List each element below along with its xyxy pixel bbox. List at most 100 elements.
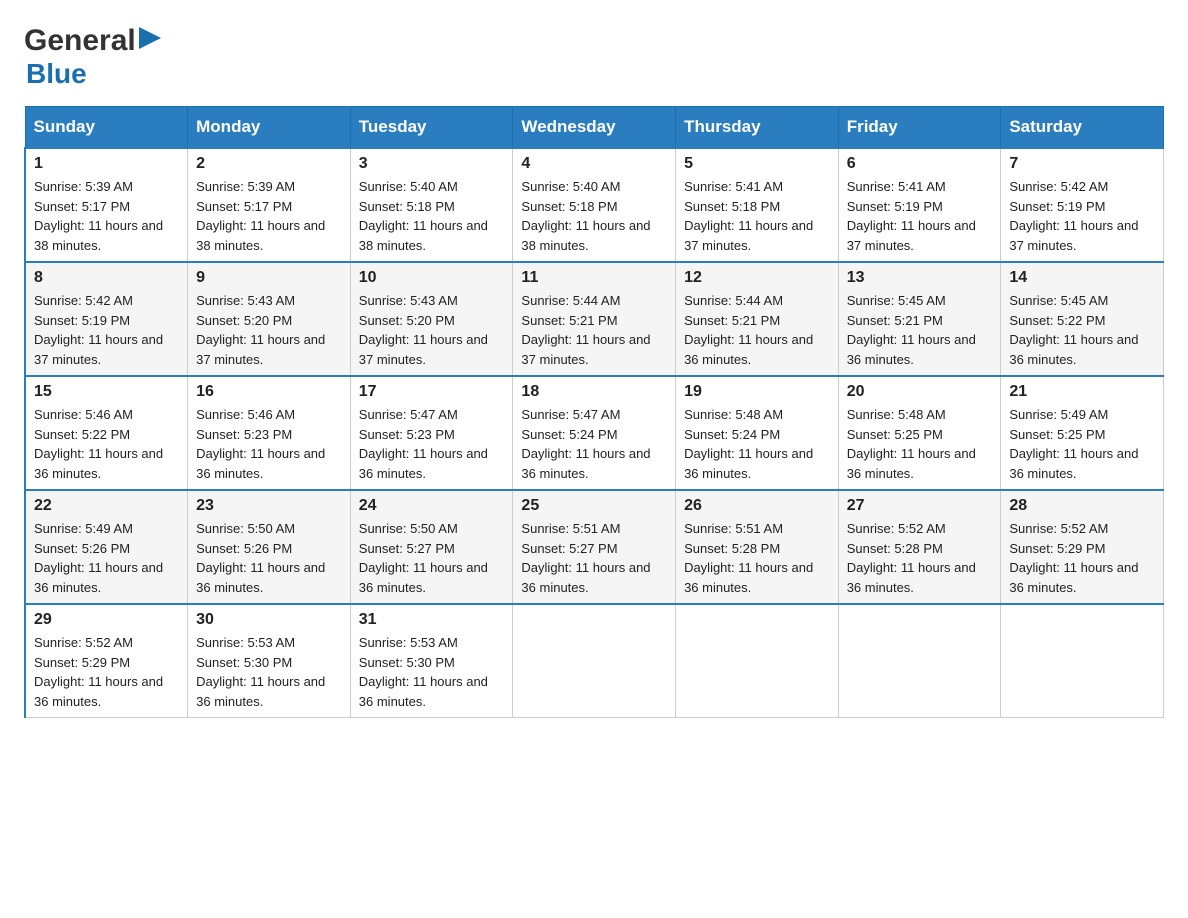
calendar-cell: 30 Sunrise: 5:53 AMSunset: 5:30 PMDaylig… [188,604,351,718]
day-info: Sunrise: 5:43 AMSunset: 5:20 PMDaylight:… [196,291,342,369]
day-info: Sunrise: 5:48 AMSunset: 5:25 PMDaylight:… [847,405,993,483]
logo-blue-text: Blue [26,58,87,90]
calendar-cell: 3 Sunrise: 5:40 AMSunset: 5:18 PMDayligh… [350,148,513,262]
calendar-cell: 4 Sunrise: 5:40 AMSunset: 5:18 PMDayligh… [513,148,676,262]
day-number: 16 [196,383,342,401]
day-number: 6 [847,155,993,173]
calendar-cell: 6 Sunrise: 5:41 AMSunset: 5:19 PMDayligh… [838,148,1001,262]
calendar-week-row: 8 Sunrise: 5:42 AMSunset: 5:19 PMDayligh… [25,262,1164,376]
calendar-cell: 12 Sunrise: 5:44 AMSunset: 5:21 PMDaylig… [676,262,839,376]
day-number: 30 [196,611,342,629]
calendar-cell: 16 Sunrise: 5:46 AMSunset: 5:23 PMDaylig… [188,376,351,490]
calendar-cell [513,604,676,718]
calendar-cell: 26 Sunrise: 5:51 AMSunset: 5:28 PMDaylig… [676,490,839,604]
calendar-cell: 2 Sunrise: 5:39 AMSunset: 5:17 PMDayligh… [188,148,351,262]
logo-general-text: General [24,24,136,58]
day-info: Sunrise: 5:39 AMSunset: 5:17 PMDaylight:… [196,177,342,255]
day-number: 20 [847,383,993,401]
day-info: Sunrise: 5:45 AMSunset: 5:22 PMDaylight:… [1009,291,1155,369]
calendar-cell: 21 Sunrise: 5:49 AMSunset: 5:25 PMDaylig… [1001,376,1164,490]
calendar-cell [838,604,1001,718]
calendar-week-row: 1 Sunrise: 5:39 AMSunset: 5:17 PMDayligh… [25,148,1164,262]
day-number: 25 [521,497,667,515]
calendar-cell: 5 Sunrise: 5:41 AMSunset: 5:18 PMDayligh… [676,148,839,262]
day-number: 18 [521,383,667,401]
calendar-cell [1001,604,1164,718]
calendar-cell: 10 Sunrise: 5:43 AMSunset: 5:20 PMDaylig… [350,262,513,376]
day-info: Sunrise: 5:41 AMSunset: 5:18 PMDaylight:… [684,177,830,255]
day-info: Sunrise: 5:49 AMSunset: 5:25 PMDaylight:… [1009,405,1155,483]
day-number: 23 [196,497,342,515]
logo-triangle-icon [139,27,161,49]
calendar-cell: 17 Sunrise: 5:47 AMSunset: 5:23 PMDaylig… [350,376,513,490]
day-number: 22 [34,497,179,515]
day-header-friday: Friday [838,107,1001,149]
calendar-cell: 13 Sunrise: 5:45 AMSunset: 5:21 PMDaylig… [838,262,1001,376]
day-number: 28 [1009,497,1155,515]
day-info: Sunrise: 5:50 AMSunset: 5:27 PMDaylight:… [359,519,505,597]
day-number: 27 [847,497,993,515]
calendar-table: SundayMondayTuesdayWednesdayThursdayFrid… [24,106,1164,718]
day-info: Sunrise: 5:47 AMSunset: 5:23 PMDaylight:… [359,405,505,483]
day-number: 3 [359,155,505,173]
day-number: 1 [34,155,179,173]
calendar-cell: 8 Sunrise: 5:42 AMSunset: 5:19 PMDayligh… [25,262,188,376]
calendar-cell: 23 Sunrise: 5:50 AMSunset: 5:26 PMDaylig… [188,490,351,604]
day-number: 21 [1009,383,1155,401]
day-info: Sunrise: 5:44 AMSunset: 5:21 PMDaylight:… [684,291,830,369]
day-info: Sunrise: 5:53 AMSunset: 5:30 PMDaylight:… [359,633,505,711]
day-number: 9 [196,269,342,287]
day-number: 31 [359,611,505,629]
day-number: 4 [521,155,667,173]
calendar-cell: 27 Sunrise: 5:52 AMSunset: 5:28 PMDaylig… [838,490,1001,604]
day-info: Sunrise: 5:40 AMSunset: 5:18 PMDaylight:… [359,177,505,255]
day-number: 5 [684,155,830,173]
calendar-cell: 29 Sunrise: 5:52 AMSunset: 5:29 PMDaylig… [25,604,188,718]
day-number: 11 [521,269,667,287]
calendar-week-row: 22 Sunrise: 5:49 AMSunset: 5:26 PMDaylig… [25,490,1164,604]
calendar-week-row: 29 Sunrise: 5:52 AMSunset: 5:29 PMDaylig… [25,604,1164,718]
calendar-cell [676,604,839,718]
day-number: 26 [684,497,830,515]
day-info: Sunrise: 5:51 AMSunset: 5:28 PMDaylight:… [684,519,830,597]
calendar-cell: 9 Sunrise: 5:43 AMSunset: 5:20 PMDayligh… [188,262,351,376]
day-info: Sunrise: 5:42 AMSunset: 5:19 PMDaylight:… [34,291,179,369]
day-number: 10 [359,269,505,287]
calendar-cell: 18 Sunrise: 5:47 AMSunset: 5:24 PMDaylig… [513,376,676,490]
day-number: 2 [196,155,342,173]
day-number: 15 [34,383,179,401]
calendar-cell: 28 Sunrise: 5:52 AMSunset: 5:29 PMDaylig… [1001,490,1164,604]
day-header-saturday: Saturday [1001,107,1164,149]
day-number: 14 [1009,269,1155,287]
day-header-monday: Monday [188,107,351,149]
calendar-cell: 20 Sunrise: 5:48 AMSunset: 5:25 PMDaylig… [838,376,1001,490]
day-info: Sunrise: 5:46 AMSunset: 5:23 PMDaylight:… [196,405,342,483]
day-header-tuesday: Tuesday [350,107,513,149]
calendar-week-row: 15 Sunrise: 5:46 AMSunset: 5:22 PMDaylig… [25,376,1164,490]
day-number: 12 [684,269,830,287]
calendar-header-row: SundayMondayTuesdayWednesdayThursdayFrid… [25,107,1164,149]
logo: General Blue [24,24,161,90]
day-info: Sunrise: 5:50 AMSunset: 5:26 PMDaylight:… [196,519,342,597]
day-info: Sunrise: 5:53 AMSunset: 5:30 PMDaylight:… [196,633,342,711]
calendar-cell: 14 Sunrise: 5:45 AMSunset: 5:22 PMDaylig… [1001,262,1164,376]
day-number: 7 [1009,155,1155,173]
day-info: Sunrise: 5:46 AMSunset: 5:22 PMDaylight:… [34,405,179,483]
day-number: 13 [847,269,993,287]
day-info: Sunrise: 5:52 AMSunset: 5:29 PMDaylight:… [1009,519,1155,597]
day-header-wednesday: Wednesday [513,107,676,149]
day-info: Sunrise: 5:42 AMSunset: 5:19 PMDaylight:… [1009,177,1155,255]
calendar-cell: 7 Sunrise: 5:42 AMSunset: 5:19 PMDayligh… [1001,148,1164,262]
calendar-cell: 15 Sunrise: 5:46 AMSunset: 5:22 PMDaylig… [25,376,188,490]
day-info: Sunrise: 5:44 AMSunset: 5:21 PMDaylight:… [521,291,667,369]
calendar-cell: 11 Sunrise: 5:44 AMSunset: 5:21 PMDaylig… [513,262,676,376]
day-info: Sunrise: 5:45 AMSunset: 5:21 PMDaylight:… [847,291,993,369]
calendar-cell: 24 Sunrise: 5:50 AMSunset: 5:27 PMDaylig… [350,490,513,604]
calendar-cell: 31 Sunrise: 5:53 AMSunset: 5:30 PMDaylig… [350,604,513,718]
day-info: Sunrise: 5:43 AMSunset: 5:20 PMDaylight:… [359,291,505,369]
day-header-sunday: Sunday [25,107,188,149]
day-number: 24 [359,497,505,515]
day-info: Sunrise: 5:49 AMSunset: 5:26 PMDaylight:… [34,519,179,597]
calendar-cell: 1 Sunrise: 5:39 AMSunset: 5:17 PMDayligh… [25,148,188,262]
page-header: General Blue [24,24,1164,90]
